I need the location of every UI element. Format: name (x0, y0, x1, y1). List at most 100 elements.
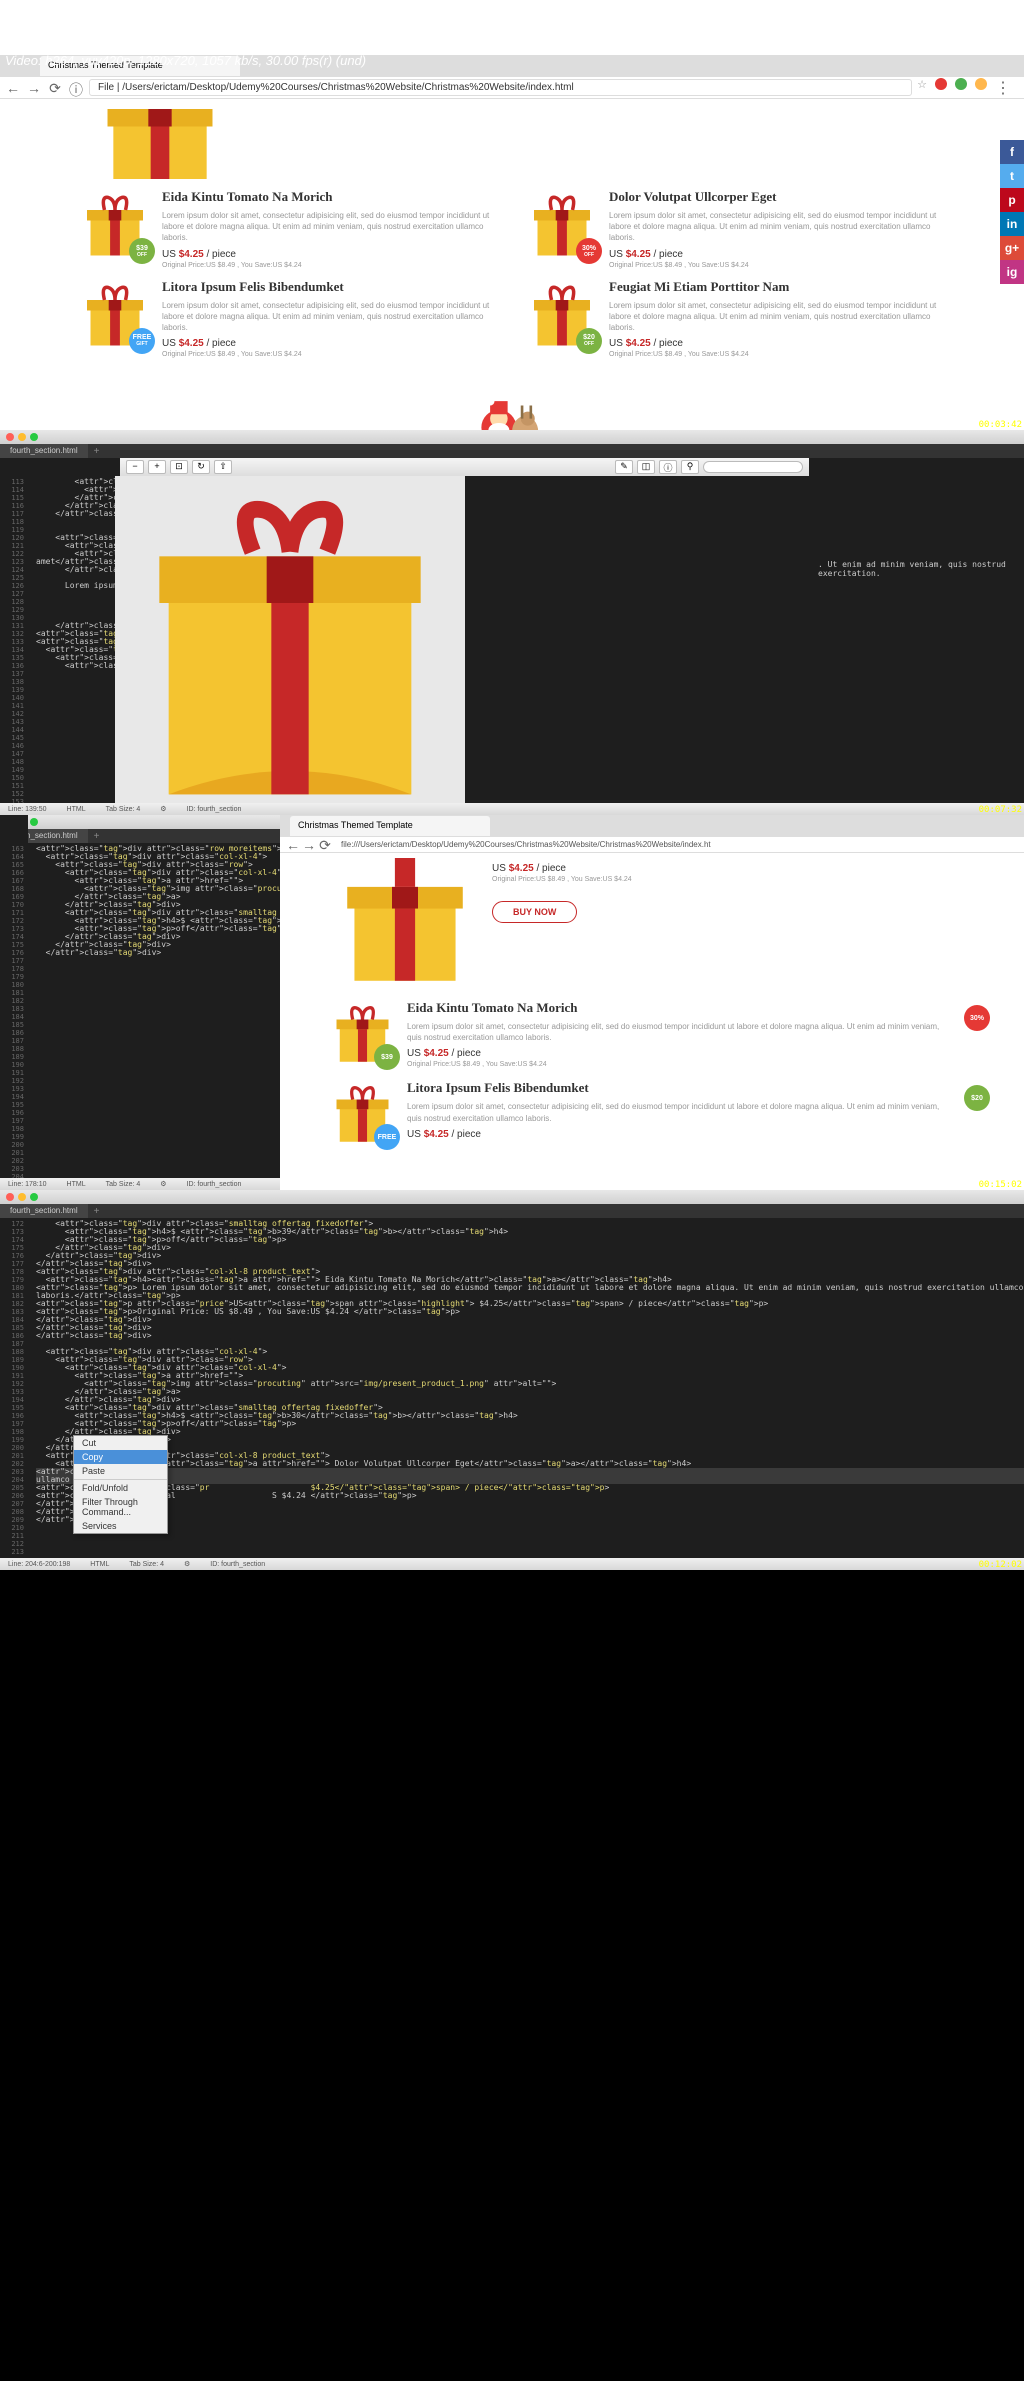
back-button[interactable]: ← (285, 837, 301, 853)
settings-icon[interactable]: ⚙ (160, 1180, 166, 1188)
maximize-button[interactable] (30, 1193, 38, 1201)
lang-indicator[interactable]: HTML (67, 1181, 86, 1188)
reload-button[interactable]: ⟳ (47, 80, 63, 96)
menu-services[interactable]: Services (74, 1519, 167, 1533)
product-image[interactable]: 30%OFF (527, 189, 597, 259)
menu-filter[interactable]: Filter Through Command... (74, 1495, 167, 1519)
context-menu: Cut Copy Paste Fold/Unfold Filter Throug… (73, 1435, 168, 1534)
zoom-fit-icon[interactable]: ⊡ (170, 460, 188, 474)
close-button[interactable] (6, 1193, 14, 1201)
social-sidebar: f t p in g+ ig (1000, 140, 1024, 284)
url-bar: ← → ⟳ file:///Users/erictam/Desktop/Udem… (280, 837, 1024, 853)
avatar-icon[interactable] (975, 78, 987, 90)
product-image[interactable]: $39 (330, 1000, 395, 1065)
tabsize-indicator[interactable]: Tab Size: 4 (106, 1181, 141, 1188)
product-title[interactable]: Eida Kintu Tomato Na Morich (162, 189, 497, 205)
forward-button[interactable]: → (26, 80, 42, 96)
code-editor[interactable]: <attr">class="tag">div attr">class="smal… (28, 1190, 1024, 1570)
product-price: US $4.25 / piece (162, 249, 497, 260)
share-icon[interactable]: ⇧ (214, 460, 232, 474)
original-price: Original Price:US $8.49 , You Save:US $4… (407, 1061, 942, 1068)
editor-tab[interactable]: fourth_section.html (0, 1204, 88, 1218)
product-image[interactable]: FREE (330, 1080, 395, 1145)
product-image[interactable] (330, 858, 480, 988)
buy-now-button[interactable]: BUY NOW (492, 901, 577, 923)
minimize-button[interactable] (18, 1193, 26, 1201)
zoom-out-icon[interactable]: − (126, 460, 144, 474)
menu-copy[interactable]: Copy (74, 1450, 167, 1464)
maximize-button[interactable] (30, 433, 38, 441)
zoom-in-icon[interactable]: + (148, 460, 166, 474)
search-input[interactable] (703, 461, 803, 473)
twitter-icon[interactable]: t (1000, 164, 1024, 188)
id-indicator: ID: fourth_section (187, 1181, 242, 1188)
product-title[interactable]: Eida Kintu Tomato Na Morich (407, 1000, 942, 1016)
partial-badge: 30% (954, 1000, 974, 1068)
search-icon[interactable]: ⚲ (681, 460, 699, 474)
code-editor[interactable]: <attr">class="tag">div attr">class="row … (28, 815, 280, 1190)
line-numbers: 1631641651661671681691701711721731741751… (0, 815, 28, 1190)
browser-tab[interactable]: Christmas Themed Template (290, 816, 490, 836)
tabsize-indicator[interactable]: Tab Size: 4 (106, 806, 141, 813)
product-card: $20OFF Feugiat Mi Etiam Porttitor Nam Lo… (527, 279, 944, 359)
settings-icon[interactable]: ⚙ (160, 805, 166, 813)
featured-product: US $4.25 / piece Original Price:US $8.49… (330, 858, 974, 988)
url-input[interactable]: File | /Users/erictam/Desktop/Udemy%20Co… (89, 79, 912, 96)
lang-indicator[interactable]: HTML (67, 806, 86, 813)
menu-fold[interactable]: Fold/Unfold (74, 1481, 167, 1495)
product-image[interactable]: $39OFF (80, 189, 150, 259)
product-title[interactable]: Litora Ipsum Felis Bibendumket (162, 279, 497, 295)
close-button[interactable] (6, 433, 14, 441)
product-title[interactable]: Feugiat Mi Etiam Porttitor Nam (609, 279, 944, 295)
product-price: US $4.25 / piece (407, 1129, 942, 1140)
pinterest-icon[interactable]: p (1000, 188, 1024, 212)
googleplus-icon[interactable]: g+ (1000, 236, 1024, 260)
ext-icon-1[interactable] (935, 78, 947, 90)
ext-icon-2[interactable] (955, 78, 967, 90)
rotate-icon[interactable]: ↻ (192, 460, 210, 474)
forward-button[interactable]: → (301, 837, 317, 853)
window-titlebar (0, 430, 1024, 444)
reload-button[interactable]: ⟳ (317, 837, 333, 853)
line-numbers: 1721731741751761771781791801811821831841… (0, 1190, 28, 1570)
original-price: Original Price:US $8.49 , You Save:US $4… (492, 876, 632, 883)
original-price: Original Price:US $8.49 , You Save:US $4… (162, 351, 497, 358)
edit-icon[interactable]: ✎ (615, 460, 633, 474)
file-info-size: Size: 164797504 bytes (157.16 MiB), dura… (5, 19, 458, 36)
new-tab-button[interactable]: + (88, 444, 106, 458)
linkedin-icon[interactable]: in (1000, 212, 1024, 236)
back-button[interactable]: ← (5, 80, 21, 96)
product-title[interactable]: Dolor Volutpat Ullcorper Eget (609, 189, 944, 205)
lang-indicator[interactable]: HTML (90, 1561, 109, 1568)
info-icon[interactable]: ⓘ (659, 460, 677, 474)
settings-icon[interactable]: ⚙ (184, 1560, 190, 1568)
product-title[interactable]: Litora Ipsum Felis Bibendumket (407, 1080, 942, 1096)
file-info-video: Video: h264, yuv420p, 1280x720, 1057 kb/… (5, 53, 458, 70)
minimize-button[interactable] (18, 433, 26, 441)
crop-icon[interactable]: ◫ (637, 460, 655, 474)
new-tab-button[interactable]: + (88, 1204, 106, 1218)
image-preview (115, 476, 465, 814)
timestamp: 00:07:32 (979, 805, 1022, 815)
window-titlebar (0, 1190, 1024, 1204)
preview-toolbar: − + ⊡ ↻ ⇧ ✎ ◫ ⓘ ⚲ (120, 458, 809, 476)
product-image[interactable]: $20OFF (527, 279, 597, 349)
product-image[interactable]: FREEGIFT (80, 279, 150, 349)
editor-tab[interactable]: fourth_section.html (0, 444, 88, 458)
product-desc: Lorem ipsum dolor sit amet, consectetur … (609, 210, 944, 244)
tabsize-indicator[interactable]: Tab Size: 4 (129, 1561, 164, 1568)
facebook-icon[interactable]: f (1000, 140, 1024, 164)
product-desc: Lorem ipsum dolor sit amet, consectetur … (407, 1101, 942, 1123)
menu-separator (74, 1479, 167, 1480)
product-desc: Lorem ipsum dolor sit amet, consectetur … (162, 210, 497, 244)
line-indicator: Line: 204:6-200:198 (8, 1561, 70, 1568)
star-icon[interactable]: ☆ (917, 78, 927, 98)
instagram-icon[interactable]: ig (1000, 260, 1024, 284)
product-price: US $4.25 / piece (407, 1048, 942, 1059)
code-continuation: . Ut enim ad minim veniam, quis nostrud … (814, 476, 1024, 814)
menu-paste[interactable]: Paste (74, 1464, 167, 1478)
url-text[interactable]: file:///Users/erictam/Desktop/Udemy%20Co… (341, 840, 711, 849)
info-icon[interactable]: ⓘ (68, 80, 84, 96)
menu-cut[interactable]: Cut (74, 1436, 167, 1450)
menu-icon[interactable]: ⋮ (995, 78, 1011, 98)
